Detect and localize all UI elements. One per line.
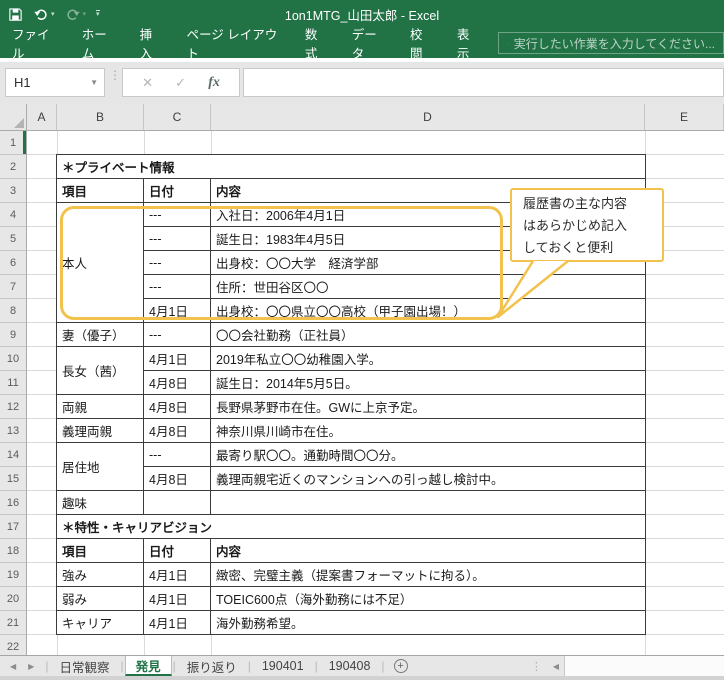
tabbar-separator-dots: ⋮: [530, 660, 542, 673]
sheet-tab-reflection[interactable]: 振り返り: [177, 656, 247, 676]
row-header-21[interactable]: 21: [0, 611, 26, 635]
row-header-17[interactable]: 17: [0, 515, 26, 539]
row-header-19[interactable]: 19: [0, 563, 26, 587]
excel-window: 1on1MTG_山田太郎 - Excel ▾ ▾ ▾ ファイル ホーム 挿入 ペ…: [0, 0, 724, 680]
row-header-6[interactable]: 6: [0, 251, 26, 275]
sheet-tab-190408[interactable]: 190408: [319, 656, 381, 676]
ribbon-tab-data[interactable]: データ: [340, 28, 398, 61]
plus-icon: +: [393, 659, 408, 673]
formula-input[interactable]: [243, 68, 724, 97]
hscroll-left-icon[interactable]: ◀: [548, 656, 564, 676]
worksheet-area: ABCDE 1 2 3 4 5 6 7 8 9 10 11 12 13 14 15 16 17 18 19 20 21 2…: [0, 104, 724, 655]
row-header-3[interactable]: 3: [0, 179, 26, 203]
row-header-18[interactable]: 18: [0, 539, 26, 563]
formula-bar-row: H1 ▼ ⋮ ✕ ✓ fx: [0, 62, 724, 104]
row-header-5[interactable]: 5: [0, 227, 26, 251]
undo-dropdown-caret[interactable]: ▾: [51, 10, 55, 18]
cells-area: ＊プライベート情報 項目 日付 内容 本人 --- 入社日：2006年4月1日 --- 誕生日：…: [27, 131, 724, 655]
status-bar: [0, 676, 724, 680]
row-header-16[interactable]: 16: [0, 491, 26, 515]
save-icon[interactable]: [8, 4, 23, 24]
column-header-B[interactable]: B: [57, 104, 144, 130]
select-all-corner[interactable]: [0, 104, 27, 131]
callout-tail: [496, 260, 569, 319]
ribbon-tab-review[interactable]: 校閲: [398, 28, 445, 61]
sheet-tab-discovery[interactable]: 発見: [124, 656, 172, 676]
row-header-1[interactable]: 1: [0, 131, 26, 155]
confirm-entry-icon[interactable]: ✓: [175, 75, 186, 91]
row-header-10[interactable]: 10: [0, 347, 26, 371]
sheet-nav-left-icon[interactable]: ◀: [10, 662, 16, 671]
tell-me-placeholder: 実行したい作業を入力してください...: [513, 36, 715, 51]
ribbon-tab-insert[interactable]: 挿入: [128, 28, 175, 61]
column-header-D[interactable]: D: [211, 104, 645, 130]
column-header-E[interactable]: E: [645, 104, 724, 130]
row-header-12[interactable]: 12: [0, 395, 26, 419]
sheet-tab-daily-observation[interactable]: 日常観察: [49, 656, 119, 676]
cancel-entry-icon[interactable]: ✕: [142, 75, 153, 91]
row-header-22[interactable]: 22: [0, 635, 26, 655]
ribbon-tab-formulas[interactable]: 数式: [293, 28, 340, 61]
row-header-4[interactable]: 4: [0, 203, 26, 227]
sheet-nav-right-icon[interactable]: ▶: [28, 662, 34, 671]
sheet-tab-bar: ◀ ▶ | 日常観察 | 発見 | 振り返り | 190401 | 190408 | + ⋮ ◀: [0, 655, 724, 676]
row-headers: 1 2 3 4 5 6 7 8 9 10 11 12 13 14 15 16 17 18 19 20 21 22: [0, 131, 27, 655]
row-header-7[interactable]: 7: [0, 275, 26, 299]
row-header-11[interactable]: 11: [0, 371, 26, 395]
undo-button[interactable]: ▾: [33, 4, 55, 24]
tell-me-box[interactable]: 実行したい作業を入力してください...: [497, 32, 724, 54]
customize-qat-button[interactable]: ▾: [96, 10, 100, 18]
column-header-C[interactable]: C: [144, 104, 211, 130]
row-header-15[interactable]: 15: [0, 467, 26, 491]
row-header-9[interactable]: 9: [0, 323, 26, 347]
row-header-2[interactable]: 2: [0, 155, 26, 179]
row-header-20[interactable]: 20: [0, 587, 26, 611]
redo-dropdown-caret[interactable]: ▾: [83, 10, 87, 18]
ribbon-tab-page-layout[interactable]: ページ レイアウト: [175, 28, 293, 61]
formula-buttons: ✕ ✓ fx: [122, 68, 240, 97]
redo-button[interactable]: ▾: [65, 4, 87, 24]
insert-function-icon[interactable]: fx: [208, 75, 220, 91]
column-header-A[interactable]: A: [27, 104, 57, 130]
add-sheet-button[interactable]: +: [386, 656, 416, 676]
ribbon-tab-bar: ファイル ホーム 挿入 ページ レイアウト 数式 データ 校閲 表示 実行したい作業を入力して…: [0, 28, 724, 61]
ribbon-tab-home[interactable]: ホーム: [70, 28, 128, 61]
sheet-nav-arrows: ◀ ▶: [0, 656, 44, 676]
row-header-13[interactable]: 13: [0, 419, 26, 443]
ribbon-tab-view[interactable]: 表示: [445, 28, 492, 61]
name-box-value: H1: [14, 75, 31, 90]
name-box[interactable]: H1 ▼: [5, 68, 105, 97]
column-headers: ABCDE: [27, 104, 724, 131]
row-header-14[interactable]: 14: [0, 443, 26, 467]
sheet-tab-190401[interactable]: 190401: [252, 656, 314, 676]
lightbulb-icon: [506, 42, 508, 44]
row-header-8[interactable]: 8: [0, 299, 26, 323]
horizontal-scrollbar[interactable]: [564, 656, 724, 676]
ribbon-tab-file[interactable]: ファイル: [0, 28, 70, 61]
formula-bar-separator: ⋮: [109, 68, 121, 82]
name-box-dropdown-caret[interactable]: ▼: [90, 78, 104, 87]
